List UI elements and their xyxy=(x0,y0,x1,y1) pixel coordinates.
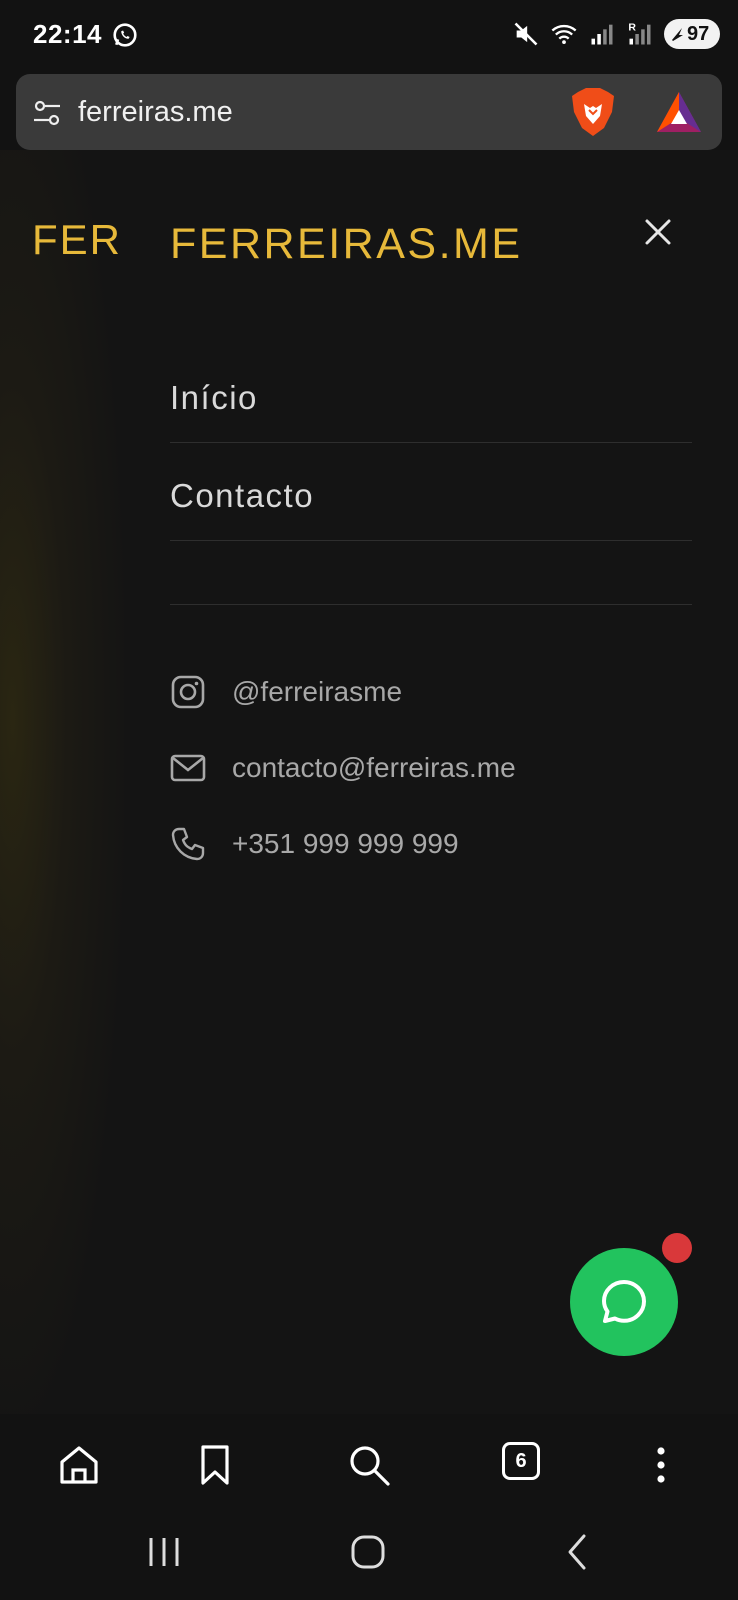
signal-icon xyxy=(591,24,613,45)
phone-icon xyxy=(171,827,205,861)
url-text[interactable]: ferreiras.me xyxy=(78,96,233,129)
whatsapp-chat-button[interactable] xyxy=(570,1248,678,1356)
status-bar: 22:14 R 97 xyxy=(0,0,738,70)
notification-badge xyxy=(662,1233,692,1263)
contact-phone-text: +351 999 999 999 xyxy=(232,828,459,859)
status-icons: R 97 xyxy=(512,18,720,50)
svg-text:R: R xyxy=(628,22,636,34)
close-icon[interactable] xyxy=(638,212,678,252)
signal-roaming-icon: R xyxy=(628,22,651,45)
bookmark-icon[interactable] xyxy=(192,1442,238,1488)
battery-saver-icon xyxy=(672,28,683,41)
tabs-button[interactable]: 6 xyxy=(502,1442,540,1480)
wifi-icon xyxy=(551,24,577,45)
navigation-drawer: FERREIRAS.ME Início Contacto @ferreirasm… xyxy=(124,150,738,1414)
contact-instagram[interactable]: @ferreirasme xyxy=(170,670,650,714)
nav-item-inicio[interactable]: Início xyxy=(170,345,692,443)
brave-rewards-icon[interactable] xyxy=(654,88,704,136)
nav-item-label: Contacto xyxy=(170,477,315,514)
drawer-logo[interactable]: FERREIRAS.ME xyxy=(170,220,523,269)
nav-item-label: Início xyxy=(170,379,258,416)
home-icon[interactable] xyxy=(56,1442,102,1488)
status-time: 22:14 xyxy=(33,19,102,49)
contact-email[interactable]: contacto@ferreiras.me xyxy=(170,746,650,790)
instagram-icon xyxy=(171,675,205,709)
system-navigation-bar xyxy=(0,1514,738,1600)
mute-icon xyxy=(514,22,538,46)
site-settings-icon[interactable] xyxy=(32,98,62,128)
nav-item-contacto[interactable]: Contacto xyxy=(170,443,692,541)
contact-instagram-text: @ferreirasme xyxy=(232,676,403,707)
recent-apps-icon[interactable] xyxy=(142,1530,186,1574)
contact-email-text: contacto@ferreiras.me xyxy=(232,752,516,783)
search-icon[interactable] xyxy=(346,1442,392,1488)
divider xyxy=(170,604,692,605)
more-icon[interactable] xyxy=(638,1442,684,1488)
page-background-strip[interactable] xyxy=(0,150,124,1414)
brave-shields-icon[interactable] xyxy=(568,86,618,138)
contact-phone[interactable]: +351 999 999 999 xyxy=(170,822,650,866)
whatsapp-icon xyxy=(113,23,137,47)
battery-level: 97 xyxy=(687,22,710,45)
browser-toolbar: 6 xyxy=(0,1414,738,1514)
mail-icon xyxy=(170,754,206,782)
whatsapp-icon xyxy=(602,1280,646,1323)
address-bar[interactable]: ferreiras.me xyxy=(16,74,722,150)
battery-indicator: 97 xyxy=(664,19,720,49)
page-logo-partial[interactable]: FER xyxy=(32,216,122,264)
home-system-icon[interactable] xyxy=(347,1530,391,1574)
back-icon[interactable] xyxy=(556,1530,600,1574)
